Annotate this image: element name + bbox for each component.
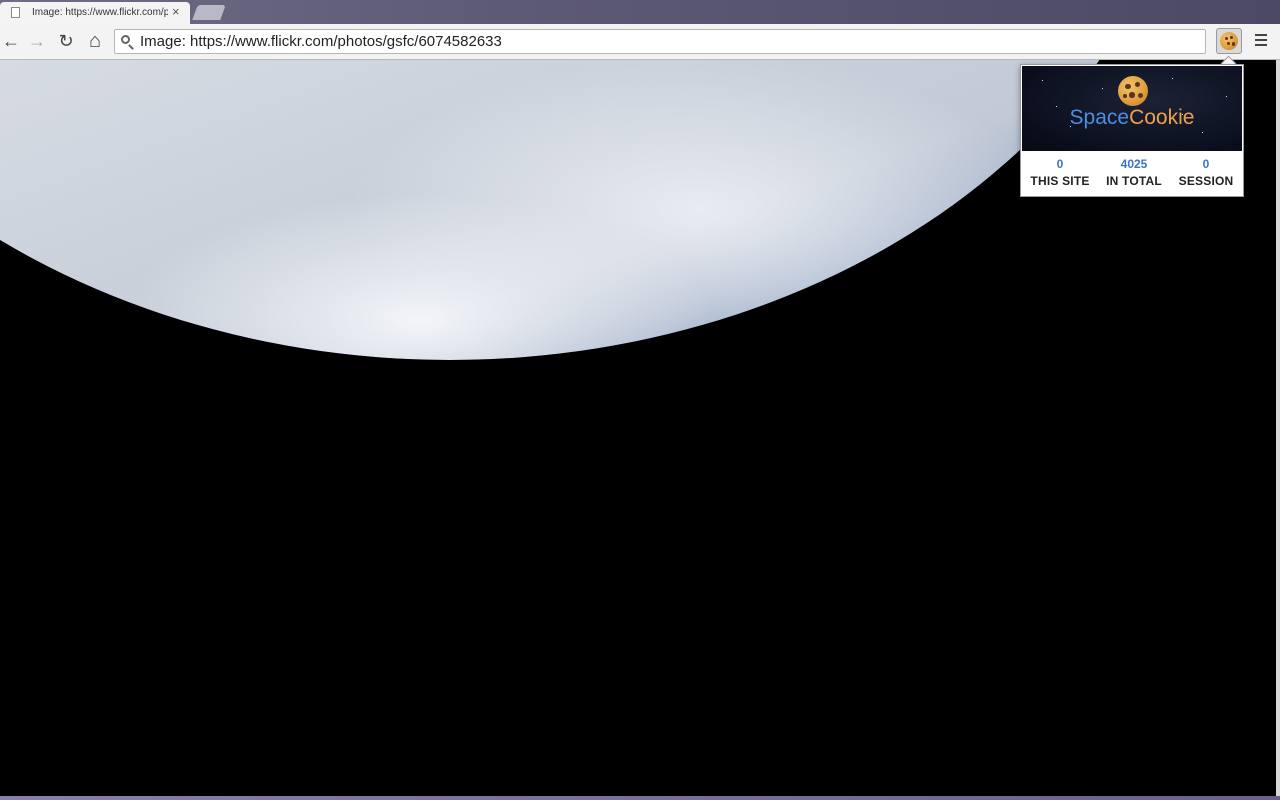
forward-arrow-icon[interactable]: → [26, 30, 48, 52]
title-bar: Image: https://www.flickr.com/photos/gsf… [0, 0, 1280, 24]
menu-icon[interactable] [1252, 31, 1270, 51]
home-icon[interactable]: ⌂ [84, 30, 106, 52]
stat-in-total: 4025 IN TOTAL [1097, 156, 1171, 190]
stat-session: 0 SESSION [1169, 156, 1243, 190]
taskbar-edge [0, 796, 1280, 800]
stat-this-site: 0 THIS SITE [1023, 156, 1097, 190]
new-tab-button[interactable] [192, 5, 226, 20]
stat-label: THIS SITE [1030, 174, 1090, 188]
tab-active[interactable]: Image: https://www.flickr.com/photos/gsf… [0, 2, 190, 24]
page-icon [11, 7, 20, 18]
reload-icon[interactable]: ↻ [55, 30, 77, 52]
back-arrow-icon[interactable]: ← [0, 30, 22, 52]
address-bar[interactable]: Image: https://www.flickr.com/photos/gsf… [114, 29, 1206, 54]
close-icon[interactable]: × [172, 4, 180, 20]
stat-label: IN TOTAL [1106, 174, 1162, 188]
cookie-stats: 0 THIS SITE 4025 IN TOTAL 0 SESSION [1021, 156, 1243, 196]
spacecookie-popup: SpaceCookie 0 THIS SITE 4025 IN TOTAL 0 … [1020, 64, 1244, 197]
cookie-icon [1118, 76, 1148, 106]
search-icon [121, 35, 130, 44]
stat-label: SESSION [1178, 174, 1234, 188]
brand-title: SpaceCookie [1069, 106, 1195, 129]
stat-value: 0 [1202, 157, 1210, 171]
toolbar: ← → ↻ ⌂ Image: https://www.flickr.com/ph… [0, 24, 1280, 60]
scrollbar[interactable] [1276, 60, 1280, 796]
stat-value: 4025 [1120, 157, 1148, 171]
address-bar-text[interactable]: Image: https://www.flickr.com/photos/gsf… [140, 33, 502, 50]
spacecookie-extension-button[interactable] [1216, 28, 1242, 54]
stat-value: 0 [1056, 157, 1064, 171]
cookie-icon [1220, 32, 1238, 50]
tab-title: Image: https://www.flickr.com/photos/gsf… [32, 7, 168, 18]
popup-banner: SpaceCookie [1022, 66, 1242, 151]
